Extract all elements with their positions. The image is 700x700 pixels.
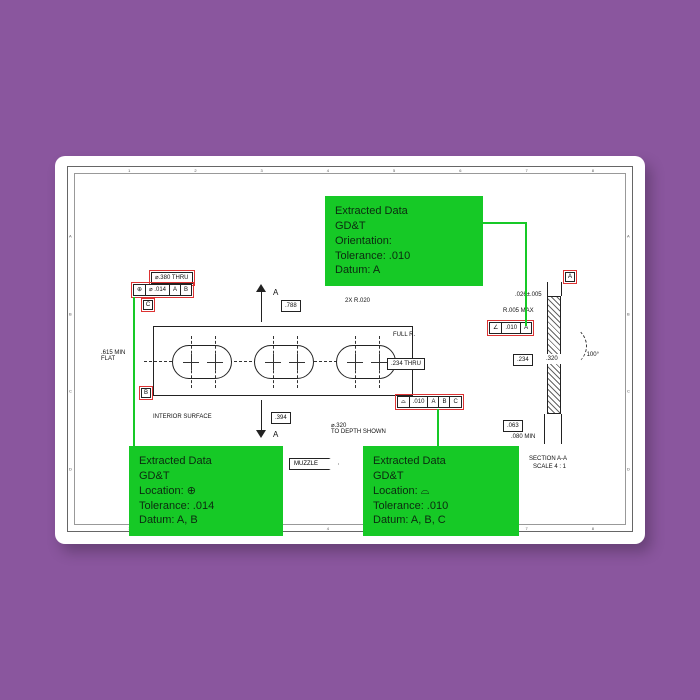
border-row: A <box>627 234 630 239</box>
border-row: B <box>69 311 72 316</box>
border-col: 4 <box>327 526 329 531</box>
dim-fullr: FULL R. <box>393 332 415 338</box>
ext-line <box>561 282 562 296</box>
dim-320-val: .320 <box>543 354 561 364</box>
dim-234-thru-val: .234 THRU <box>387 358 425 370</box>
connector-right-v <box>437 409 439 446</box>
dim-026: .026±.005 <box>515 292 542 298</box>
callout-line: Tolerance: .010 <box>335 249 473 264</box>
border-col: 8 <box>592 526 594 531</box>
drawing-area: A A .788 2X R.020 FULL R. .234 THRU .394… <box>81 180 619 518</box>
section-scale: SCALE 4 : 1 <box>533 464 566 470</box>
drawing-sheet: 1 2 3 4 5 6 7 8 1 2 3 4 5 6 7 8 A B C D … <box>67 166 633 532</box>
fcf-dia-380: ⌀.380 THRU <box>151 272 193 284</box>
border-col: 7 <box>526 526 528 531</box>
slot2-vline-l <box>273 336 274 388</box>
dim-788: .788 <box>281 300 301 312</box>
slot-1 <box>172 345 232 379</box>
border-row: A <box>69 234 72 239</box>
border-row: B <box>627 311 630 316</box>
connector-top-v <box>525 222 527 326</box>
section-arrow-top <box>256 284 266 292</box>
plan-view <box>153 326 413 396</box>
inner-frame: A A .788 2X R.020 FULL R. .234 THRU .394… <box>74 173 626 525</box>
callout-group: GD&T <box>373 469 509 484</box>
dim-320: .320 <box>543 354 561 364</box>
section-line-bot <box>261 400 262 430</box>
dim-234-val: .234 <box>513 354 533 366</box>
callout-location-right: Extracted Data GD&T Location: ⌓ Toleranc… <box>363 446 519 536</box>
section-letter-top: A <box>273 288 278 297</box>
callout-line: Location: ⌓ <box>373 484 509 499</box>
slot3-vline-r <box>379 336 380 388</box>
dim-615: .615 MIN FLAT <box>101 350 125 362</box>
dim-234: .234 <box>513 354 533 366</box>
dim-r005: R.005 MAX <box>503 308 534 314</box>
document-card: 1 2 3 4 5 6 7 8 1 2 3 4 5 6 7 8 A B C D … <box>55 156 645 544</box>
border-row: D <box>69 466 72 471</box>
datum-a-flag: A <box>565 272 575 282</box>
fcf-position-tol: ⌀ .014 <box>145 284 170 296</box>
ext-line <box>547 282 548 296</box>
datum-b-flag: B <box>141 388 151 398</box>
callout-line: Location: ⊕ <box>139 484 273 499</box>
fcf-angularity-tol: .010 <box>501 322 521 334</box>
dim-063: .063 <box>503 420 523 432</box>
dim-394-val: .394 <box>271 412 291 424</box>
fcf-profile-tol: .010 <box>409 396 429 408</box>
dim-063-val: .063 <box>503 420 523 432</box>
dim-788-val: .788 <box>281 300 301 312</box>
datum-c-flag: C <box>143 300 153 310</box>
slot3-vline-l <box>355 336 356 388</box>
callout-group: GD&T <box>335 219 473 234</box>
dim-r020: 2X R.020 <box>345 298 370 304</box>
section-title: SECTION A-A <box>529 456 567 462</box>
callout-title: Extracted Data <box>373 454 509 469</box>
sym-angularity-icon: ∠ <box>489 322 502 334</box>
dim-080: .080 MIN <box>511 434 535 440</box>
fcf-position: ⊕ ⌀ .014 A B <box>133 284 192 296</box>
section-view: A .026±.005 R.005 MAX ∠ .010 A .234 .320… <box>483 280 593 440</box>
callout-title: Extracted Data <box>335 204 473 219</box>
muzzle-label: MUZZLE <box>294 461 318 467</box>
ext-line <box>561 414 562 444</box>
border-row: D <box>627 466 630 471</box>
slot1-vline-r <box>215 336 216 388</box>
connector-top-h <box>483 222 527 224</box>
callout-line: Datum: A, B, C <box>373 513 509 528</box>
callout-line: Tolerance: .010 <box>373 499 509 514</box>
callout-group: GD&T <box>139 469 273 484</box>
fcf-profile-c: C <box>449 396 461 408</box>
slot-2 <box>254 345 314 379</box>
callout-orientation: Extracted Data GD&T Orientation: Toleran… <box>325 196 483 286</box>
callout-line: Tolerance: .014 <box>139 499 273 514</box>
slot1-vline-l <box>191 336 192 388</box>
slot2-vline-r <box>297 336 298 388</box>
callout-line: Datum: A, B <box>139 513 273 528</box>
fcf-dia-380-val: ⌀.380 THRU <box>151 272 193 284</box>
border-row: C <box>69 389 72 394</box>
border-row: C <box>627 389 630 394</box>
ext-line <box>544 414 545 444</box>
callout-line: Orientation: <box>335 234 473 249</box>
muzzle-arrow: MUZZLE <box>289 458 339 470</box>
border-ticks-right: A B C D <box>626 173 632 525</box>
dim-320-depth: ⌀.320 TO DEPTH SHOWN <box>331 422 386 435</box>
section-line-top <box>261 292 262 322</box>
section-arrow-bot <box>256 430 266 438</box>
dim-100deg: 100° <box>587 352 599 358</box>
fcf-profile: ⌓ .010 A B C <box>397 396 462 408</box>
callout-title: Extracted Data <box>139 454 273 469</box>
section-letter-bot: A <box>273 430 278 439</box>
callout-line: Datum: A <box>335 263 473 278</box>
connector-left-v <box>133 297 135 446</box>
fcf-position-b: B <box>180 284 192 296</box>
callout-location-left: Extracted Data GD&T Location: ⊕ Toleranc… <box>129 446 283 536</box>
dim-394: .394 <box>271 412 291 424</box>
label-interior-surface: INTERIOR SURFACE <box>153 414 212 420</box>
dim-234-thru: .234 THRU <box>387 358 425 370</box>
